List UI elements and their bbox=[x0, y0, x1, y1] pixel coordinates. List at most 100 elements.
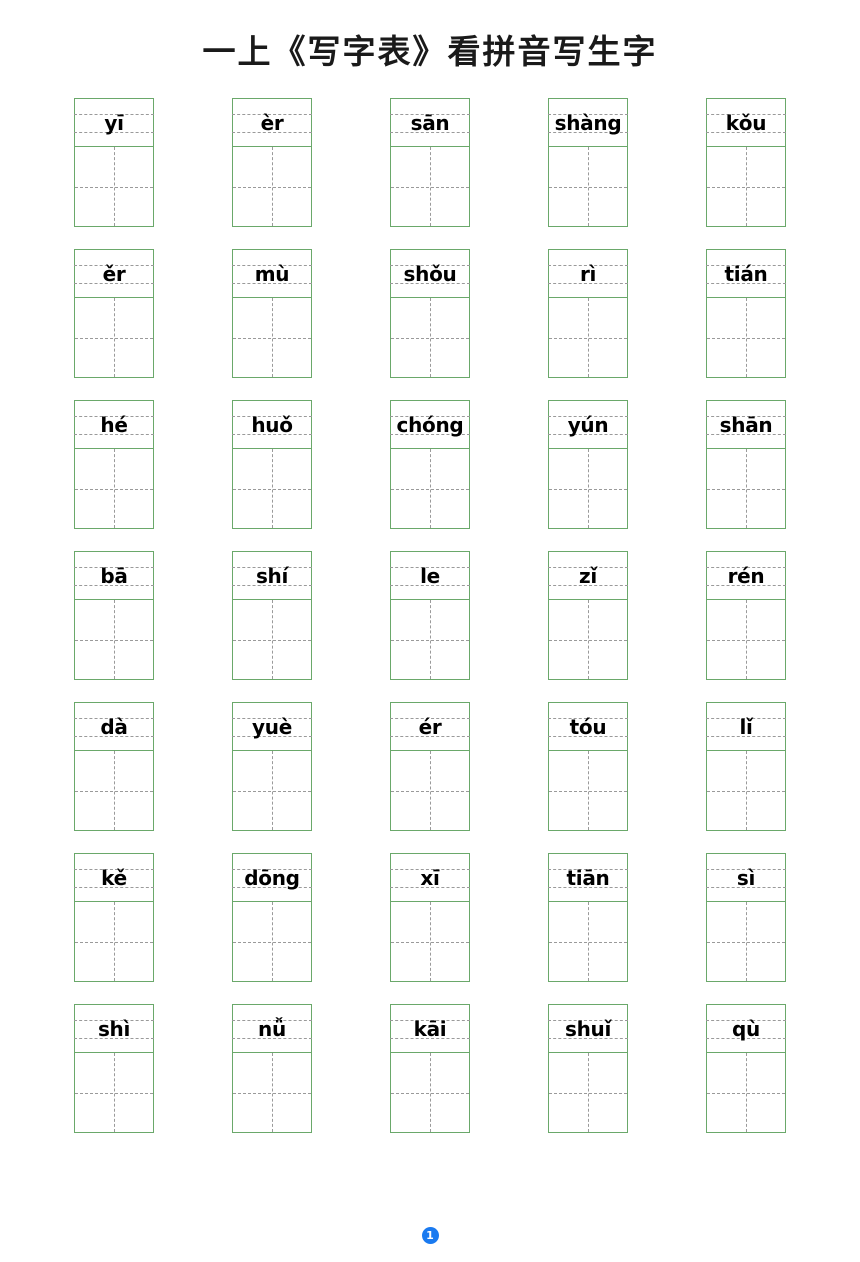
practice-cell: èr bbox=[232, 98, 312, 227]
character-writing-grid[interactable] bbox=[706, 751, 786, 831]
worksheet-page: 一上《写字表》看拼音写生字 yī èr sān shàng kǒu ěr mù shǒu rì t… bbox=[0, 0, 860, 1262]
character-writing-grid[interactable] bbox=[74, 751, 154, 831]
pinyin-text: shì bbox=[97, 1016, 131, 1041]
pinyin-box: yuè bbox=[232, 702, 312, 751]
character-writing-grid[interactable] bbox=[74, 902, 154, 982]
character-writing-grid[interactable] bbox=[706, 600, 786, 680]
practice-cell: zǐ bbox=[548, 551, 628, 680]
grid-horizontal-guide bbox=[707, 790, 785, 792]
practice-cell: huǒ bbox=[232, 400, 312, 529]
practice-cell: kǒu bbox=[706, 98, 786, 227]
pinyin-text: shǒu bbox=[403, 261, 457, 286]
character-writing-grid[interactable] bbox=[232, 1053, 312, 1133]
practice-cell: tóu bbox=[548, 702, 628, 831]
pinyin-box: èr bbox=[232, 98, 312, 147]
pinyin-box: bā bbox=[74, 551, 154, 600]
grid-horizontal-guide bbox=[549, 186, 627, 188]
character-writing-grid[interactable] bbox=[548, 902, 628, 982]
character-writing-grid[interactable] bbox=[74, 449, 154, 529]
character-writing-grid[interactable] bbox=[74, 600, 154, 680]
grid-horizontal-guide bbox=[391, 639, 469, 641]
character-writing-grid[interactable] bbox=[390, 147, 470, 227]
practice-row: yī èr sān shàng kǒu bbox=[0, 98, 860, 227]
pinyin-text: dōng bbox=[244, 865, 300, 890]
character-writing-grid[interactable] bbox=[390, 298, 470, 378]
grid-horizontal-guide bbox=[233, 790, 311, 792]
character-writing-grid[interactable] bbox=[390, 449, 470, 529]
practice-cell: mù bbox=[232, 249, 312, 378]
pinyin-box: tóu bbox=[548, 702, 628, 751]
character-writing-grid[interactable] bbox=[232, 751, 312, 831]
pinyin-text: hé bbox=[100, 412, 128, 437]
character-writing-grid[interactable] bbox=[706, 449, 786, 529]
practice-cell: nǚ bbox=[232, 1004, 312, 1133]
character-writing-grid[interactable] bbox=[390, 1053, 470, 1133]
pinyin-box: huǒ bbox=[232, 400, 312, 449]
practice-row: ěr mù shǒu rì tián bbox=[0, 249, 860, 378]
practice-cell: shì bbox=[74, 1004, 154, 1133]
grid-horizontal-guide bbox=[707, 488, 785, 490]
pinyin-box: rén bbox=[706, 551, 786, 600]
grid-horizontal-guide bbox=[391, 488, 469, 490]
pinyin-box: zǐ bbox=[548, 551, 628, 600]
character-writing-grid[interactable] bbox=[232, 600, 312, 680]
grid-horizontal-guide bbox=[75, 186, 153, 188]
character-writing-grid[interactable] bbox=[390, 600, 470, 680]
page-number-badge: 1 bbox=[421, 1227, 439, 1244]
character-writing-grid[interactable] bbox=[706, 1053, 786, 1133]
character-writing-grid[interactable] bbox=[74, 1053, 154, 1133]
practice-cell: rì bbox=[548, 249, 628, 378]
character-writing-grid[interactable] bbox=[548, 298, 628, 378]
practice-cell: sān bbox=[390, 98, 470, 227]
character-writing-grid[interactable] bbox=[390, 751, 470, 831]
character-writing-grid[interactable] bbox=[232, 449, 312, 529]
character-writing-grid[interactable] bbox=[548, 600, 628, 680]
grid-horizontal-guide bbox=[233, 639, 311, 641]
character-writing-grid[interactable] bbox=[74, 298, 154, 378]
pinyin-box: chóng bbox=[390, 400, 470, 449]
character-writing-grid[interactable] bbox=[232, 298, 312, 378]
character-writing-grid[interactable] bbox=[548, 147, 628, 227]
page-title: 一上《写字表》看拼音写生字 bbox=[202, 35, 658, 71]
practice-cell: ér bbox=[390, 702, 470, 831]
character-writing-grid[interactable] bbox=[232, 902, 312, 982]
pinyin-text: rì bbox=[579, 261, 597, 286]
pinyin-text: ěr bbox=[102, 261, 126, 286]
pinyin-box: mù bbox=[232, 249, 312, 298]
pinyin-text: qù bbox=[732, 1016, 760, 1041]
pinyin-text: yún bbox=[567, 412, 609, 437]
grid-horizontal-guide bbox=[75, 1092, 153, 1094]
character-writing-grid[interactable] bbox=[706, 147, 786, 227]
pinyin-box: qù bbox=[706, 1004, 786, 1053]
pinyin-box: sì bbox=[706, 853, 786, 902]
practice-cell: kě bbox=[74, 853, 154, 982]
grid-horizontal-guide bbox=[391, 941, 469, 943]
character-writing-grid[interactable] bbox=[548, 751, 628, 831]
practice-grid: yī èr sān shàng kǒu ěr mù shǒu rì tián hé huǒ chóng y… bbox=[0, 76, 860, 1133]
pinyin-text: kǒu bbox=[725, 110, 767, 135]
pinyin-box: nǚ bbox=[232, 1004, 312, 1053]
grid-horizontal-guide bbox=[391, 790, 469, 792]
pinyin-box: kāi bbox=[390, 1004, 470, 1053]
character-writing-grid[interactable] bbox=[74, 147, 154, 227]
pinyin-box: rì bbox=[548, 249, 628, 298]
character-writing-grid[interactable] bbox=[548, 449, 628, 529]
character-writing-grid[interactable] bbox=[390, 902, 470, 982]
practice-cell: lǐ bbox=[706, 702, 786, 831]
practice-cell: shǒu bbox=[390, 249, 470, 378]
pinyin-box: tiān bbox=[548, 853, 628, 902]
pinyin-text: tóu bbox=[569, 714, 607, 739]
pinyin-text: chóng bbox=[396, 412, 464, 437]
pinyin-text: lǐ bbox=[739, 714, 753, 739]
practice-row: kě dōng xī tiān sì bbox=[0, 853, 860, 982]
character-writing-grid[interactable] bbox=[232, 147, 312, 227]
character-writing-grid[interactable] bbox=[548, 1053, 628, 1133]
grid-horizontal-guide bbox=[707, 186, 785, 188]
pinyin-text: sì bbox=[736, 865, 756, 890]
practice-row: hé huǒ chóng yún shān bbox=[0, 400, 860, 529]
character-writing-grid[interactable] bbox=[706, 902, 786, 982]
character-writing-grid[interactable] bbox=[706, 298, 786, 378]
practice-cell: yī bbox=[74, 98, 154, 227]
pinyin-text: tiān bbox=[566, 865, 610, 890]
grid-horizontal-guide bbox=[549, 639, 627, 641]
